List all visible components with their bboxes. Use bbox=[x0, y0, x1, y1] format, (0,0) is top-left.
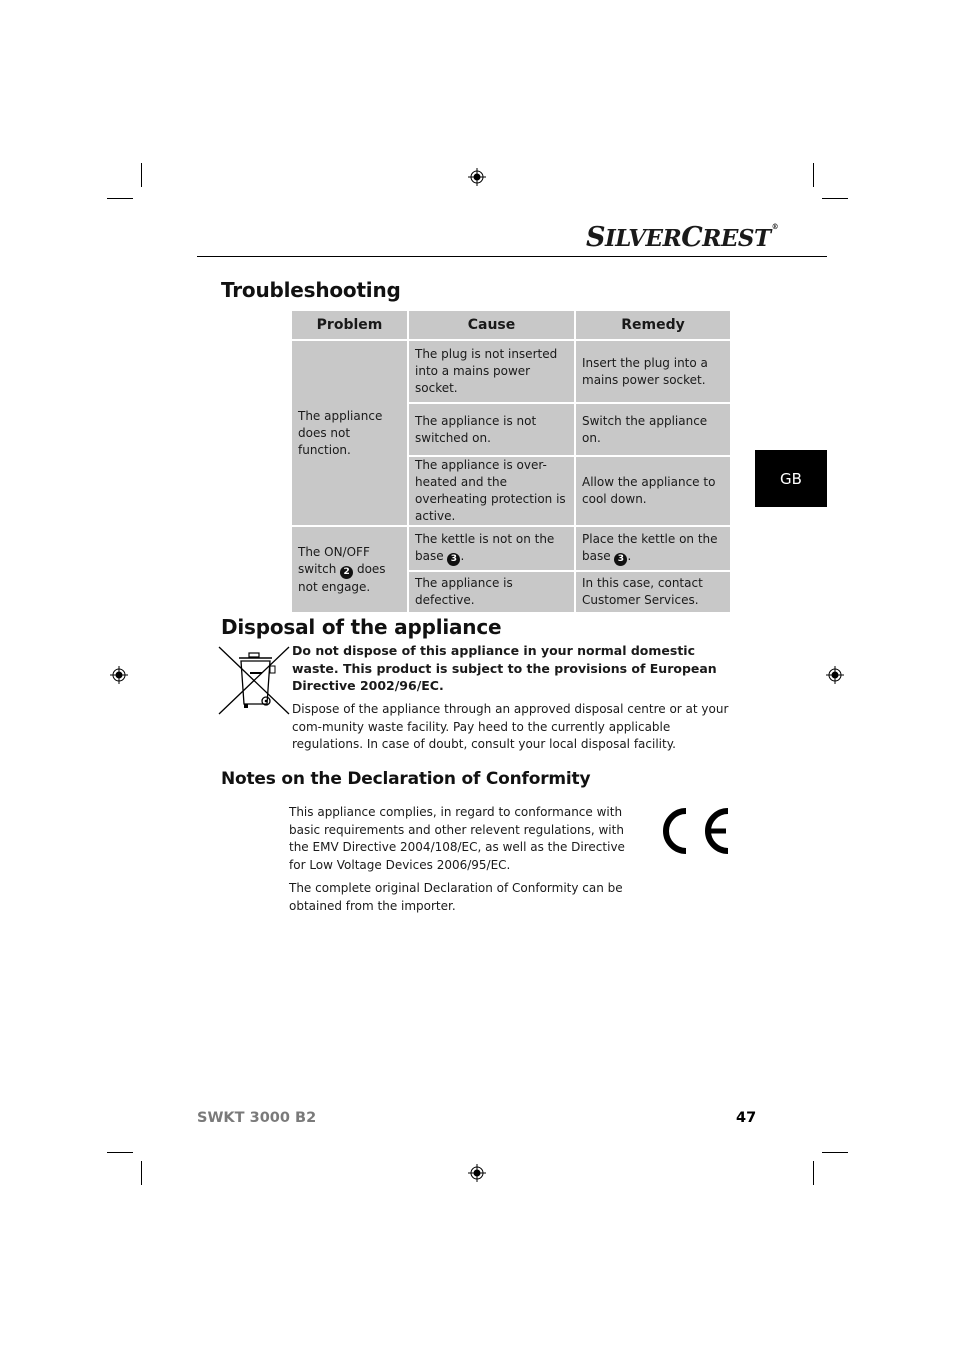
disposal-warning: Do not dispose of this appliance in your… bbox=[292, 643, 717, 693]
logo-initial: C bbox=[681, 222, 703, 253]
model-number: SWKT 3000 B2 bbox=[197, 1110, 317, 1126]
crop-mark bbox=[822, 198, 848, 199]
header-rule bbox=[197, 256, 827, 257]
disposal-heading: Disposal of the appliance bbox=[221, 615, 502, 639]
brand-logo: SILVERCREST® bbox=[586, 222, 779, 253]
registration-mark-icon bbox=[468, 1164, 486, 1182]
conformity-paragraph: The complete original Declaration of Con… bbox=[289, 881, 623, 913]
remedy-cell: Insert the plug into a mains power socke… bbox=[574, 339, 732, 404]
remedy-text: Place the kettle on the base bbox=[582, 532, 718, 563]
table-row: The ON/OFF switch 2 does not engage. The… bbox=[290, 525, 732, 614]
language-tab: GB bbox=[755, 450, 827, 507]
logo-text: REST bbox=[702, 225, 771, 252]
conformity-paragraph: This appliance complies, in regard to co… bbox=[289, 805, 625, 872]
remedy-cell: Switch the appliance on. bbox=[574, 402, 732, 457]
remedy-cell: Place the kettle on the base 3. bbox=[574, 525, 732, 572]
crop-mark bbox=[141, 1161, 142, 1185]
column-header-remedy: Remedy bbox=[574, 309, 732, 341]
crop-mark bbox=[822, 1152, 848, 1153]
page-number: 47 bbox=[736, 1110, 757, 1126]
problem-cell: The appliance does not function. bbox=[290, 339, 409, 527]
registration-mark-icon bbox=[468, 168, 486, 186]
registered-mark: ® bbox=[771, 222, 779, 231]
cause-cell: The plug is not inserted into a mains po… bbox=[407, 339, 576, 404]
column-header-problem: Problem bbox=[290, 309, 409, 341]
remedy-cell: Allow the appliance to cool down. bbox=[574, 455, 732, 527]
part-number-badge: 3 bbox=[614, 553, 628, 566]
logo-initial: S bbox=[586, 222, 606, 253]
part-number-badge: 3 bbox=[447, 553, 461, 566]
registration-mark-icon bbox=[826, 666, 844, 684]
crop-mark bbox=[141, 163, 142, 187]
troubleshooting-heading: Troubleshooting bbox=[221, 278, 401, 302]
cause-cell: The appliance is over-heated and the ove… bbox=[407, 455, 576, 527]
column-header-cause: Cause bbox=[407, 309, 576, 341]
troubleshooting-table: Problem Cause Remedy The appliance does … bbox=[290, 309, 732, 614]
crop-mark bbox=[107, 198, 133, 199]
cause-text: The kettle is not on the base bbox=[415, 532, 555, 563]
remedy-text: . bbox=[627, 549, 632, 563]
logo-text: ILVER bbox=[605, 225, 682, 252]
crossed-out-wheelie-bin-icon bbox=[218, 646, 290, 715]
crop-mark bbox=[107, 1152, 133, 1153]
cause-cell: The appliance is defective. bbox=[407, 570, 576, 614]
cause-text: . bbox=[460, 549, 465, 563]
registration-mark-icon bbox=[110, 666, 128, 684]
cause-cell: The kettle is not on the base 3. bbox=[407, 525, 576, 572]
conformity-heading: Notes on the Declaration of Conformity bbox=[221, 769, 591, 789]
ce-mark-icon bbox=[663, 808, 729, 854]
table-header-row: Problem Cause Remedy bbox=[290, 309, 732, 341]
cause-cell: The appliance is not switched on. bbox=[407, 402, 576, 457]
part-number-badge: 2 bbox=[340, 565, 354, 579]
crop-mark bbox=[813, 163, 814, 187]
language-tab-label: GB bbox=[780, 469, 802, 488]
crop-mark bbox=[813, 1161, 814, 1185]
disposal-body: Dispose of the appliance through an appr… bbox=[292, 702, 729, 751]
table-row: The appliance does not function. The plu… bbox=[290, 339, 732, 527]
remedy-cell: In this case, contact Customer Services. bbox=[574, 570, 732, 614]
problem-cell: The ON/OFF switch 2 does not engage. bbox=[290, 525, 409, 614]
